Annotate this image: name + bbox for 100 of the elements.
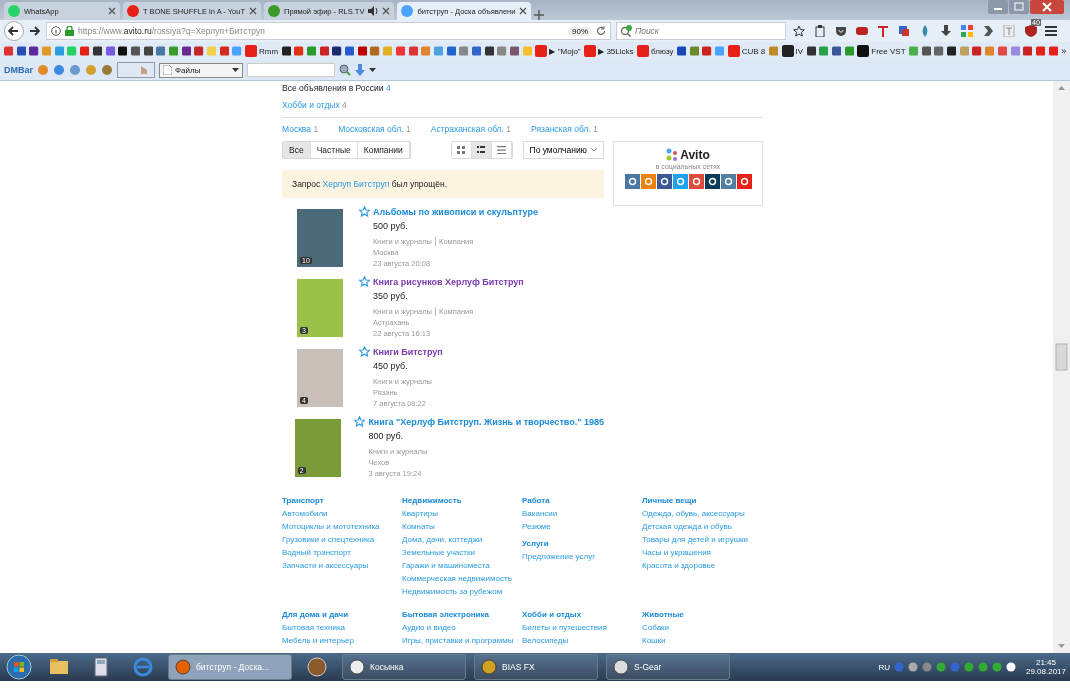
footer-link[interactable]: Водный транспорт [282, 546, 402, 559]
bookmark-icon[interactable] [16, 45, 26, 57]
menu-icon[interactable] [1045, 25, 1057, 37]
all-ads-link[interactable]: Все объявления в России 4 [282, 81, 1053, 98]
address-bar[interactable]: https://www.avito.ru/rossiya?q=Херлуп+Битструп 90% [46, 22, 611, 40]
footer-link[interactable]: Вакансии [522, 507, 642, 520]
bookmark-icon[interactable] [118, 45, 128, 57]
star-icon[interactable] [793, 25, 805, 37]
listing-title-link[interactable]: Книга "Херлуф Битструп. Жизнь и творчество." 1985 [368, 416, 604, 427]
sort-dropdown[interactable]: По умолчанию [522, 141, 604, 159]
bookmark-icon[interactable] [806, 45, 816, 57]
listing-title-link[interactable]: Альбомы по живописи и скульптуре [373, 206, 538, 217]
new-tab-icon[interactable] [534, 10, 545, 20]
footer-link[interactable]: Товары для детей и игрушки [642, 533, 762, 546]
footer-link[interactable]: Детская одежда и обувь [642, 520, 762, 533]
zoom-level[interactable]: 90% [568, 26, 592, 36]
footer-link[interactable]: Запчасти и аксессуары [282, 559, 402, 572]
view-mode-button[interactable] [471, 142, 492, 158]
footer-heading-link[interactable]: Бытовая электроника [402, 608, 522, 621]
footer-link[interactable]: Коммерческая недвижимость [402, 572, 522, 585]
search-field[interactable]: Поиск [616, 22, 786, 40]
footer-link[interactable]: Предложение услуг [522, 550, 642, 563]
scrollbar[interactable] [1053, 81, 1070, 653]
taskbar-button[interactable]: Косынка [342, 654, 466, 680]
bookmark-link[interactable]: Free VST [857, 45, 906, 57]
toolbar-icon[interactable] [37, 64, 49, 76]
region-link[interactable]: Астраханская обл. 1 [430, 124, 512, 134]
social-network-icon[interactable] [704, 174, 720, 189]
bookmark-link[interactable]: ▶ "Mojo" [535, 45, 581, 57]
listing-title-link[interactable]: Книги Битструп [373, 346, 443, 357]
footer-link[interactable]: Комнаты [402, 520, 522, 533]
taskbar-button[interactable]: BIAS FX [474, 654, 598, 680]
taskbar-button[interactable]: битструп - Доска... [168, 654, 292, 680]
bookmark-link[interactable]: Rmm [245, 45, 279, 57]
footer-heading-link[interactable]: Работа [522, 494, 642, 507]
caret-icon[interactable] [369, 68, 376, 72]
footer-heading-link[interactable]: Хобби и отдых [522, 608, 642, 621]
footer-link[interactable]: Одежда, обувь, аксессуары [642, 507, 762, 520]
close-icon[interactable] [1030, 0, 1064, 14]
tray-icon[interactable] [907, 662, 918, 672]
footer-link[interactable]: Билеты и путешествия [522, 621, 642, 634]
footer-heading-link[interactable]: Недвижимость [402, 494, 522, 507]
footer-link[interactable]: Игры, приставки и программы [402, 634, 522, 647]
bookmark-icon[interactable] [143, 45, 153, 57]
favorite-star-icon[interactable] [354, 416, 366, 427]
grid-apps-icon[interactable] [961, 25, 973, 37]
clock-date[interactable]: 29.08.2017 [1025, 667, 1066, 676]
footer-heading-link[interactable]: Для дома и дачи [282, 608, 402, 621]
bookmark-icon[interactable] [947, 45, 957, 57]
footer-link[interactable]: Дома, дачи, коттеджи [402, 533, 522, 546]
clipboard-icon[interactable] [814, 25, 826, 37]
close-icon[interactable] [108, 7, 116, 15]
bookmark-icon[interactable] [677, 45, 687, 57]
toolbar-icon[interactable] [101, 64, 113, 76]
language-indicator[interactable]: RU [878, 662, 890, 672]
region-link[interactable]: Московская обл. 1 [338, 124, 411, 134]
footer-heading-link[interactable]: Личные вещи [642, 494, 762, 507]
taskbar-button[interactable]: S-Gear [606, 654, 730, 680]
toolbar-icon[interactable] [53, 64, 65, 76]
bookmark-icon[interactable] [181, 45, 191, 57]
forward-icon[interactable] [29, 25, 41, 37]
footer-link[interactable]: Автомобили [282, 507, 402, 520]
info-icon[interactable] [51, 26, 61, 36]
bookmark-icon[interactable] [130, 45, 141, 57]
footer-link[interactable]: Недвижимость за рубежом [402, 585, 522, 598]
shield-icon[interactable] [1025, 25, 1037, 37]
footer-link[interactable]: Мотоциклы и мототехника [282, 520, 402, 533]
footer-link[interactable]: Бытовая техника [282, 621, 402, 634]
close-icon[interactable] [382, 7, 391, 15]
bookmark-link[interactable]: блюзу [637, 45, 674, 57]
reload-icon[interactable] [596, 26, 606, 36]
browser-e-icon[interactable] [132, 656, 154, 678]
footer-link[interactable]: Земельные участки [402, 546, 522, 559]
letter-t-icon[interactable] [877, 25, 889, 37]
bookmark-link[interactable]: ▶ 35Licks [584, 45, 634, 57]
badge-icon[interactable] [856, 25, 868, 37]
files-dropdown[interactable]: Файлы [159, 62, 243, 78]
chevron-icon[interactable] [982, 25, 994, 37]
bookmark-icon[interactable] [29, 45, 39, 57]
bookmark-link[interactable]: CUB 8 [727, 45, 766, 57]
bookmark-icon[interactable] [921, 45, 931, 57]
search-icon[interactable] [339, 64, 351, 76]
download-icon[interactable] [940, 25, 952, 37]
listing-title-link[interactable]: Книга рисунков Херлуф Битструп [373, 276, 524, 287]
close-icon[interactable] [519, 7, 528, 15]
view-mode-button[interactable] [451, 142, 472, 158]
seller-filter-tab[interactable]: Все [283, 142, 311, 158]
footer-link[interactable]: Велосипеды [522, 634, 642, 647]
bookmark-icon[interactable] [281, 45, 291, 57]
clock-time[interactable]: 21:45 [1035, 658, 1056, 667]
query-link[interactable]: Херлуп Битструп [322, 179, 390, 189]
bookmark-icon[interactable] [332, 45, 342, 57]
favorite-star-icon[interactable] [359, 276, 370, 287]
close-icon[interactable] [249, 7, 257, 15]
footer-link[interactable]: Квартиры [402, 507, 522, 520]
speaker-icon[interactable] [368, 6, 379, 16]
social-network-icon[interactable] [656, 174, 672, 189]
toolbar-input-field[interactable] [247, 63, 335, 77]
footer-link[interactable]: Часы и украшения [642, 546, 762, 559]
footer-link[interactable]: Грузовики и спецтехника [282, 533, 402, 546]
